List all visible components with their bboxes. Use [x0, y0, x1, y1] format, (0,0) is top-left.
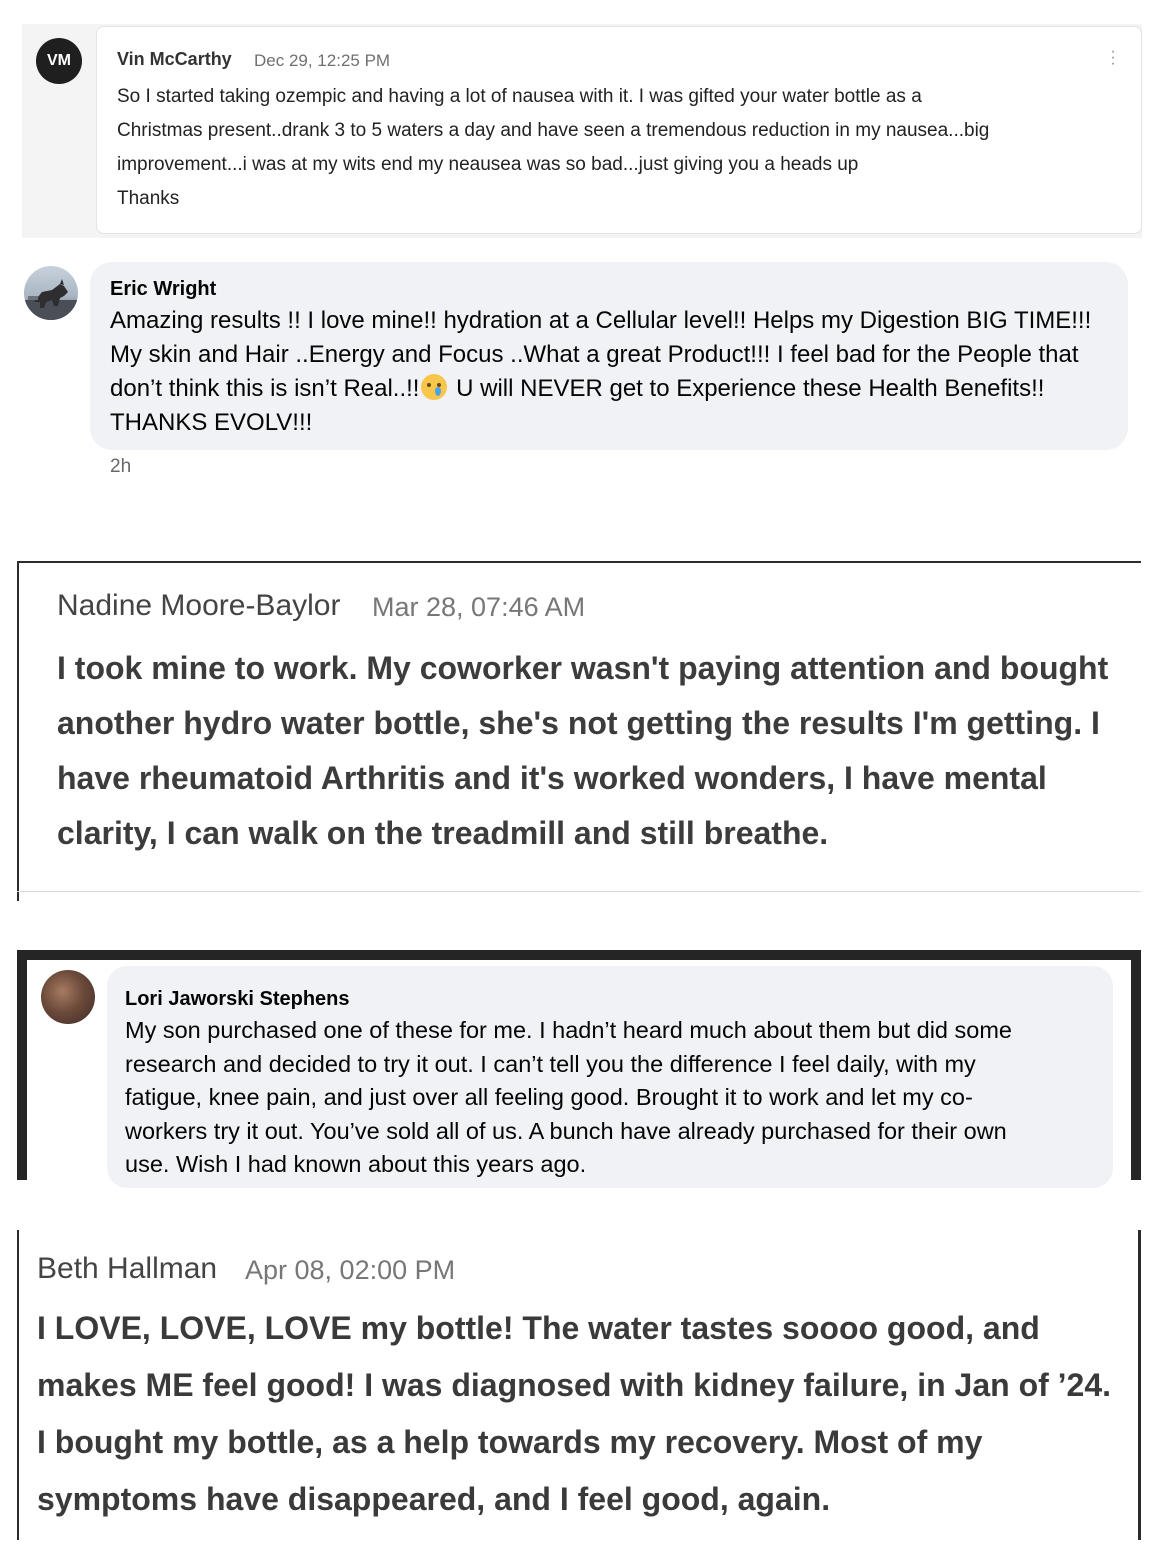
comment-timestamp: Apr 08, 02:00 PM [245, 1255, 456, 1285]
comment-line: improvement...i was at my wits end my ne… [117, 154, 859, 175]
comment-bubble: Lori Jaworski Stephens My son purchased … [107, 966, 1113, 1188]
comment-line: workers try it out. You’ve sold all of u… [125, 1117, 1007, 1144]
comment-line: I bought my bottle, as a help towards my… [37, 1424, 983, 1460]
comment-line: My son purchased one of these for me. I … [125, 1017, 1012, 1043]
comment-beth-hallman: Beth Hallman Apr 08, 02:00 PM I LOVE, LO… [17, 1230, 1141, 1540]
commenter-name[interactable]: Lori Jaworski Stephens [125, 988, 350, 1011]
comment-line: Thanks [117, 188, 180, 209]
comment-line: symptoms have disappeared, and I feel go… [37, 1481, 831, 1517]
comment-text: I took mine to work. My coworker wasn't … [57, 641, 1127, 861]
comment-bubble: Eric Wright Amazing results !! I love mi… [90, 262, 1128, 450]
commenter-name[interactable]: Vin McCarthy [117, 49, 232, 70]
comment-line: use. Wish I had known about this years a… [125, 1151, 587, 1177]
crying-face-emoji-icon [421, 374, 448, 400]
avatar[interactable]: VM [36, 38, 82, 84]
comment-line: I LOVE, LOVE, LOVE my bottle! The water … [37, 1310, 1040, 1346]
avatar[interactable] [41, 970, 95, 1024]
comment-nadine-moore-baylor: Nadine Moore-Baylor Mar 28, 07:46 AM I t… [17, 561, 1141, 901]
comment-line: research and decided to try it out. I ca… [125, 1050, 976, 1077]
avatar[interactable] [24, 266, 78, 320]
comment-vin-mccarthy: VM Vin McCarthy Dec 29, 12:25 PM · · · So … [22, 24, 1142, 238]
comment-line: I took mine to work. My coworker wasn't … [57, 650, 1109, 686]
divider [1138, 1230, 1141, 1540]
commenter-name[interactable]: Beth Hallman [37, 1252, 217, 1286]
comment-timestamp: Dec 29, 12:25 PM [254, 51, 391, 70]
comment-timestamp: Mar 28, 07:46 AM [372, 592, 586, 622]
comment-timestamp[interactable]: 2h [110, 456, 131, 478]
divider [17, 891, 1141, 892]
comment-line: makes ME feel good! I was diagnosed with… [37, 1367, 1112, 1403]
commenter-name[interactable]: Nadine Moore-Baylor [57, 589, 340, 623]
comment-lori-jaworski-stephens: Lori Jaworski Stephens My son purchased … [17, 950, 1141, 1188]
divider [17, 561, 1141, 563]
kebab-menu-icon[interactable]: · · · [1107, 44, 1119, 72]
comment-text: So I started taking ozempic and having a… [117, 80, 1127, 216]
comment-text: Amazing results !! I love mine!! hydrati… [110, 304, 1110, 440]
comment-line: So I started taking ozempic and having a… [117, 86, 922, 107]
divider [17, 1230, 19, 1540]
comment-line: clarity, I can walk on the treadmill and… [57, 815, 829, 851]
comment-text: My son purchased one of these for me. I … [125, 1014, 1105, 1182]
comment-line: Christmas present..drank 3 to 5 waters a… [117, 120, 990, 141]
avatar-initials: VM [47, 52, 71, 69]
comment-box: Vin McCarthy Dec 29, 12:25 PM · · · So I s… [96, 26, 1142, 234]
wolf-photo-icon [24, 279, 78, 320]
comment-text: I LOVE, LOVE, LOVE my bottle! The water … [37, 1300, 1127, 1528]
divider [17, 561, 19, 901]
comment-eric-wright: Eric Wright Amazing results !! I love mi… [22, 262, 1132, 482]
comment-line: have rheumatoid Arthritis and it's worke… [57, 760, 1047, 796]
comment-line: another hydro water bottle, she's not ge… [57, 705, 1100, 741]
comment-line: fatigue, knee pain, and just over all fe… [125, 1084, 973, 1110]
commenter-name[interactable]: Eric Wright [110, 278, 216, 301]
